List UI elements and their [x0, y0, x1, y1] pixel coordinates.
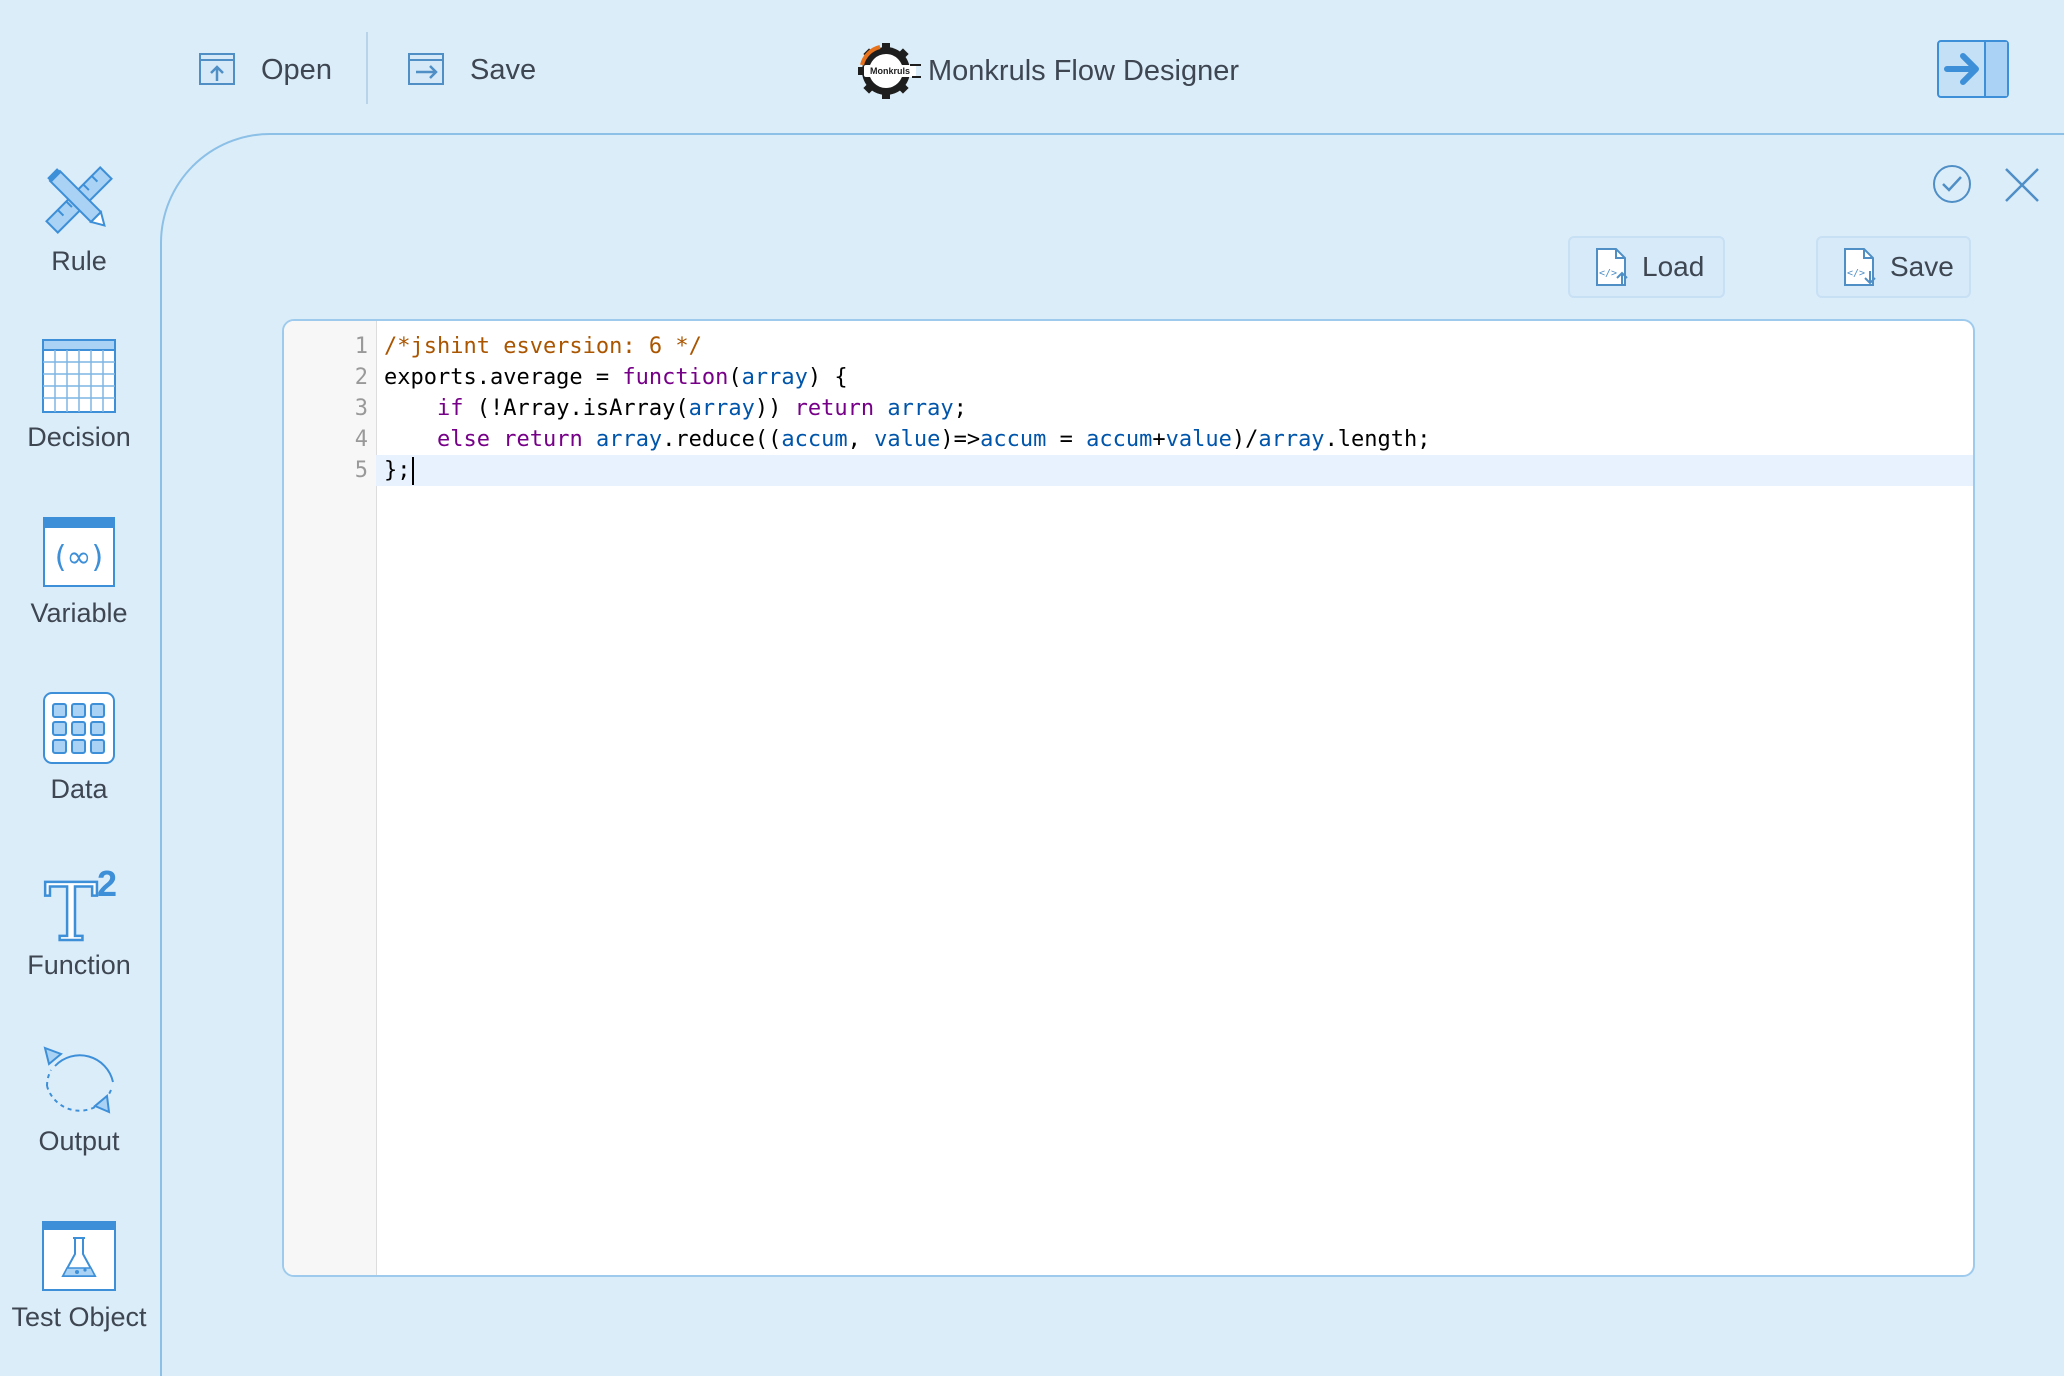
- line-number: 1: [354, 334, 368, 359]
- line-number: 5: [354, 458, 368, 483]
- tool-test-object[interactable]: Test Object: [0, 1216, 158, 1376]
- tool-decision[interactable]: Decision: [0, 336, 158, 496]
- code-line-text: };: [384, 458, 411, 483]
- code-line-text: else return array.reduce((accum, value)=…: [436, 427, 1431, 452]
- tool-variable[interactable]: (∞) Variable: [0, 512, 158, 672]
- open-button[interactable]: Open: [197, 44, 332, 96]
- svg-text:</>: </>: [1599, 268, 1617, 279]
- line-number: 4: [354, 427, 368, 452]
- code-file-upload-icon: </>: [1596, 248, 1628, 286]
- save-button[interactable]: Save: [406, 44, 536, 96]
- code-line-text: exports.average = function(array) {: [384, 365, 848, 390]
- svg-text:(∞): (∞): [55, 540, 103, 575]
- flask-icon: [42, 1221, 116, 1291]
- tool-label: Rule: [51, 246, 107, 276]
- code-line-5[interactable]: };: [376, 455, 1973, 486]
- save-code-label: Save: [1890, 251, 1954, 282]
- variable-icon: (∞): [43, 517, 115, 587]
- logo-text: Monkruls: [870, 66, 910, 76]
- close-x-icon[interactable]: [2000, 163, 2044, 207]
- code-line-text: /*jshint esversion: 6 */: [384, 334, 702, 359]
- code-line-2[interactable]: exports.average = function(array) {: [376, 362, 1973, 393]
- svg-text:</>: </>: [1847, 268, 1865, 279]
- open-label: Open: [261, 53, 332, 86]
- code-line-text: if (!Array.isArray(array)) return array;: [436, 396, 967, 421]
- tool-rule[interactable]: Rule: [0, 160, 158, 320]
- open-file-icon: [199, 53, 235, 85]
- check-circle-icon[interactable]: [1930, 162, 1974, 206]
- tool-data[interactable]: Data: [0, 688, 158, 848]
- save-label: Save: [470, 53, 537, 86]
- line-number: 3: [354, 396, 368, 421]
- toolbox: Rule Decision (∞) Variable Data T 2 Func…: [0, 134, 158, 1376]
- line-number: 2: [354, 365, 368, 390]
- tool-label: Data: [50, 774, 108, 804]
- tool-label: Function: [27, 950, 131, 980]
- dots-grid-icon: [43, 692, 115, 764]
- top-toolbar: Open Save Monkruls Monkruls Flow Designe…: [0, 0, 2064, 134]
- text-cursor: [411, 457, 414, 485]
- app-title: Monkruls Flow Designer: [928, 54, 1240, 87]
- save-code-button[interactable]: </> Save: [1816, 236, 1971, 298]
- load-button[interactable]: </> Load: [1568, 236, 1725, 298]
- gear-logo-icon: Monkruls: [858, 43, 921, 99]
- collapse-panel-button[interactable]: [1937, 40, 2009, 98]
- pencil-ruler-icon: [45, 166, 113, 234]
- code-line-4[interactable]: else return array.reduce((accum, value)=…: [376, 424, 1973, 455]
- cycle-arrows-icon: [43, 1046, 114, 1114]
- t-squared-icon: T 2: [43, 864, 117, 944]
- arrow-right-panel-icon: [1944, 42, 2007, 96]
- tool-function[interactable]: T 2 Function: [0, 864, 158, 1024]
- code-file-download-icon: </>: [1844, 248, 1876, 286]
- tool-output[interactable]: Output: [0, 1040, 158, 1200]
- grid-table-icon: [42, 339, 116, 413]
- tool-label: Output: [38, 1126, 120, 1156]
- code-line-1[interactable]: /*jshint esversion: 6 */: [376, 331, 1973, 362]
- tool-label: Variable: [30, 598, 128, 628]
- tool-label: Decision: [27, 422, 131, 452]
- load-label: Load: [1642, 251, 1705, 282]
- code-editor[interactable]: 1 2 3 4 5 /*jshint esversion: 6 */ expor…: [282, 319, 1975, 1277]
- svg-text:T: T: [44, 866, 97, 944]
- toolbar-divider: [366, 32, 368, 104]
- tool-label: Test Object: [11, 1302, 147, 1332]
- code-line-3[interactable]: if (!Array.isArray(array)) return array;: [376, 393, 1973, 424]
- line-number-gutter: 1 2 3 4 5: [284, 321, 377, 1275]
- svg-text:2: 2: [97, 864, 117, 904]
- save-file-icon: [408, 53, 444, 85]
- app-brand: Monkruls Monkruls Flow Designer: [858, 42, 1239, 100]
